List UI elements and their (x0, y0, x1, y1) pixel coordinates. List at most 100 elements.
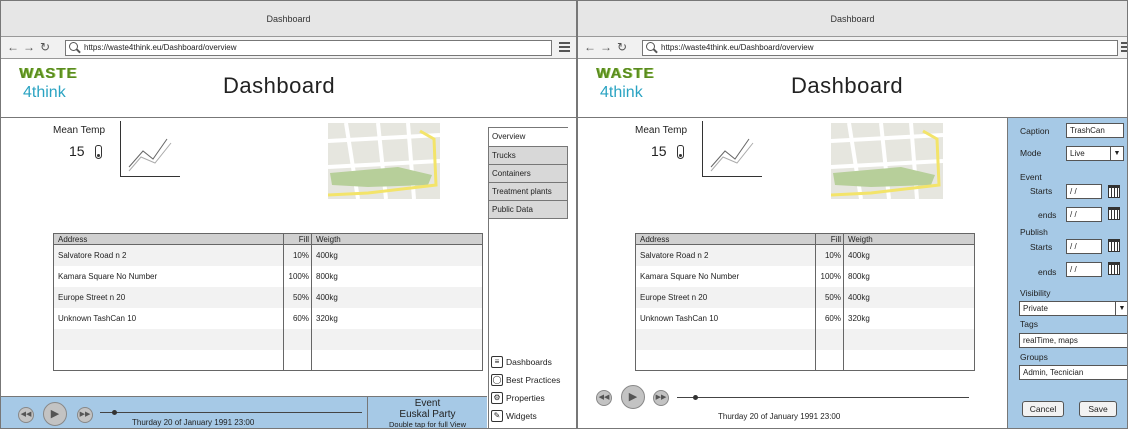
cell-address (635, 349, 816, 371)
thermometer-icon (677, 145, 684, 159)
save-button[interactable]: Save (1079, 401, 1117, 417)
event-starts-input[interactable]: / / (1066, 184, 1102, 199)
table-row[interactable] (53, 328, 483, 350)
table-row[interactable] (53, 349, 483, 371)
table-row[interactable]: Unknown TashCan 10 60% 320kg (53, 307, 483, 329)
cell-address: Salvatore Road n 2 (635, 244, 816, 266)
cancel-button[interactable]: Cancel (1022, 401, 1064, 417)
play-icon[interactable]: ▶ (621, 385, 645, 409)
table-row[interactable]: Kamara Square No Number 100% 800kg (53, 265, 483, 287)
thermometer-icon (95, 145, 102, 159)
cell-address: Europe Street n 20 (635, 286, 816, 308)
calendar-icon[interactable] (1108, 262, 1120, 275)
back-arrow-icon[interactable]: ← (584, 40, 596, 54)
url-input[interactable]: https://waste4think.eu/Dashboard/overvie… (65, 40, 552, 56)
mean-temp-label: Mean Temp (635, 125, 688, 136)
calendar-icon[interactable] (1108, 185, 1120, 198)
cell-address: Unknown TashCan 10 (53, 307, 284, 329)
cell-fill: 10% (815, 244, 844, 266)
mode-select[interactable]: Live ▼ (1066, 146, 1124, 161)
cell-address (635, 328, 816, 350)
cell-address: Unknown TashCan 10 (635, 307, 816, 329)
scrubber-handle[interactable] (112, 410, 117, 415)
timeline-scrubber[interactable] (677, 397, 969, 398)
window-title: Dashboard (578, 1, 1127, 37)
table-row[interactable]: Salvatore Road n 2 10% 400kg (635, 244, 975, 266)
publish-label: Publish (1020, 227, 1048, 237)
browser-window-left: Dashboard ← → ↻ https://waste4think.eu/D… (0, 0, 577, 429)
sparkline-chart (710, 138, 754, 172)
mean-temp-value: 15 (69, 143, 85, 159)
visibility-select[interactable]: Private ▼ (1019, 301, 1127, 316)
play-icon[interactable]: ▶ (43, 402, 67, 426)
caption-input[interactable]: TrashCan (1066, 123, 1124, 138)
cell-address (53, 328, 284, 350)
best-practices-link[interactable]: ◯ Best Practices (491, 371, 560, 389)
url-input[interactable]: https://waste4think.eu/Dashboard/overvie… (642, 40, 1118, 56)
trashcan-table: Address Fill Weigth Salvatore Road n 2 10… (53, 233, 483, 371)
tab-trucks[interactable]: Trucks (488, 146, 568, 165)
col-header-address[interactable]: Address (53, 233, 284, 245)
table-row[interactable]: Europe Street n 20 50% 400kg (53, 286, 483, 308)
mode-label: Mode (1020, 148, 1042, 158)
table-row[interactable]: Kamara Square No Number 100% 800kg (635, 265, 975, 287)
chevron-down-icon: ▼ (1115, 302, 1127, 315)
map-widget[interactable] (328, 123, 440, 199)
calendar-icon[interactable] (1108, 239, 1120, 252)
fast-forward-icon[interactable]: ▶▶ (77, 407, 93, 423)
table-row[interactable] (635, 328, 975, 350)
rewind-icon[interactable]: ◀◀ (596, 390, 612, 406)
rewind-icon[interactable]: ◀◀ (18, 407, 34, 423)
cell-fill (283, 349, 312, 371)
search-icon (646, 42, 655, 51)
tab-public-data[interactable]: Public Data (488, 200, 568, 219)
cell-fill: 60% (815, 307, 844, 329)
forward-arrow-icon[interactable]: → (23, 40, 35, 54)
browser-window-right: Dashboard ← → ↻ https://waste4think.eu/D… (577, 0, 1128, 429)
publish-starts-input[interactable]: / / (1066, 239, 1102, 254)
cell-address: Europe Street n 20 (53, 286, 284, 308)
page-title: Dashboard (791, 73, 904, 98)
reload-icon[interactable]: ↻ (617, 40, 627, 54)
hamburger-menu-icon[interactable] (559, 42, 570, 53)
table-row[interactable]: Salvatore Road n 2 10% 400kg (53, 244, 483, 266)
cell-fill: 50% (283, 286, 312, 308)
tab-overview[interactable]: Overview (488, 127, 568, 147)
cell-fill: 50% (815, 286, 844, 308)
col-header-address[interactable]: Address (635, 233, 816, 245)
cell-weight (311, 328, 483, 350)
reload-icon[interactable]: ↻ (40, 40, 50, 54)
map-widget[interactable] (831, 123, 943, 199)
groups-input[interactable]: Admin, Tecnician (1019, 365, 1127, 380)
event-ends-input[interactable]: / / (1066, 207, 1102, 222)
tags-input[interactable]: realTime, maps (1019, 333, 1127, 348)
window-title: Dashboard (1, 1, 576, 37)
event-hint: Double tap for full View (389, 420, 466, 429)
mean-temp-label: Mean Temp (53, 125, 106, 136)
scrubber-handle[interactable] (693, 395, 698, 400)
caption-label: Caption (1020, 126, 1050, 136)
col-header-weight[interactable]: Weigth (311, 233, 483, 245)
hamburger-menu-icon[interactable] (1121, 42, 1127, 53)
waste4think-logo: WASTE 4think (19, 65, 78, 101)
publish-ends-input[interactable]: / / (1066, 262, 1102, 277)
tab-containers[interactable]: Containers (488, 164, 568, 183)
fast-forward-icon[interactable]: ▶▶ (653, 390, 669, 406)
col-header-weight[interactable]: Weigth (843, 233, 975, 245)
col-header-fill[interactable]: Fill (283, 233, 312, 245)
properties-link[interactable]: ⚙ Properties (491, 389, 560, 407)
dashboards-link[interactable]: ≡ Dashboards (491, 353, 560, 371)
cell-weight: 400kg (843, 244, 975, 266)
calendar-icon[interactable] (1108, 207, 1120, 220)
widgets-link[interactable]: ✎ Widgets (491, 407, 560, 425)
back-arrow-icon[interactable]: ← (7, 40, 19, 54)
table-row[interactable]: Europe Street n 20 50% 400kg (635, 286, 975, 308)
tab-treatment-plants[interactable]: Treatment plants (488, 182, 568, 201)
event-box[interactable]: Event Euskal Party Double tap for full V… (367, 397, 487, 429)
table-row[interactable]: Unknown TashCan 10 60% 320kg (635, 307, 975, 329)
forward-arrow-icon[interactable]: → (600, 40, 612, 54)
col-header-fill[interactable]: Fill (815, 233, 844, 245)
table-row[interactable] (635, 349, 975, 371)
timeline-player: ◀◀ ▶ ▶▶ Thurday 20 of January 1991 23:00… (1, 396, 487, 429)
timeline-scrubber[interactable] (100, 412, 362, 413)
